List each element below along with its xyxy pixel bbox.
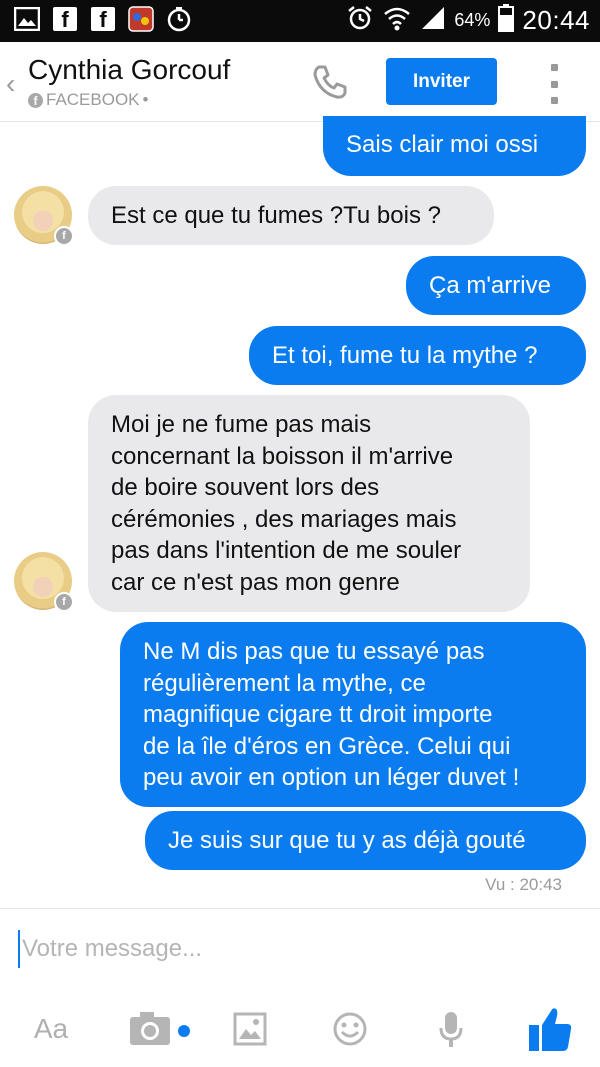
composer-toolbar: Aa <box>0 1000 600 1060</box>
message-bubble-sent[interactable]: Je suis sur que tu y as déjà gouté <box>145 811 586 870</box>
text-format-button[interactable]: Aa <box>28 1004 74 1054</box>
phone-icon[interactable] <box>310 62 350 102</box>
message-line: de la île d'éros en Grèce. Celui qui <box>143 732 511 760</box>
text-format-label: Aa <box>33 1013 69 1044</box>
conversation-header: ‹ Cynthia Gorcouf f FACEBOOK • Inviter <box>0 42 600 122</box>
sticker-button[interactable] <box>330 1004 370 1054</box>
message-input[interactable] <box>18 930 578 968</box>
more-options-icon[interactable] <box>546 64 562 104</box>
facebook-icon: f <box>52 6 78 32</box>
message-line: magnifique cigare tt droit importe <box>143 701 493 728</box>
like-button[interactable] <box>526 1004 574 1054</box>
battery-text: 64% <box>454 10 491 30</box>
contact-source: f FACEBOOK • <box>28 90 148 110</box>
status-bar: f f 64% 20:44 <box>0 0 600 42</box>
signal-icon <box>420 5 446 36</box>
message-bubble-received[interactable]: Est ce que tu fumes ?Tu bois ? <box>88 186 494 245</box>
facebook-icon: f <box>90 6 116 32</box>
facebook-icon: f <box>28 92 43 108</box>
wifi-icon <box>382 4 412 37</box>
facebook-badge-icon: f <box>54 226 74 246</box>
message-line: cérémonies , des mariages mais <box>111 505 457 533</box>
source-label: FACEBOOK <box>46 90 140 109</box>
image-icon <box>14 6 40 32</box>
contact-avatar[interactable]: f <box>14 186 74 246</box>
composer-divider <box>0 908 600 909</box>
clock: 20:44 <box>522 5 590 35</box>
gallery-icon <box>233 1012 267 1046</box>
message-text: Je suis sur que tu y as déjà gouté <box>168 827 526 854</box>
message-line: concernant la boisson il m'arrive <box>111 442 454 470</box>
contact-avatar[interactable]: f <box>14 552 74 612</box>
microphone-icon <box>439 1012 463 1047</box>
app-icon <box>128 6 154 32</box>
message-line: Ne M dis pas que tu essayé pas <box>143 638 485 665</box>
message-text: Ça m'arrive <box>429 272 551 299</box>
message-text: Sais clair moi ossi <box>346 131 539 158</box>
message-line: pas dans l'intention de me souler <box>111 537 462 564</box>
contact-name[interactable]: Cynthia Gorcouf <box>28 54 230 86</box>
invite-button[interactable]: Inviter <box>386 58 497 105</box>
message-bubble-sent[interactable]: Ça m'arrive <box>406 256 586 315</box>
alarm-icon <box>346 4 374 37</box>
message-line: régulièrement la mythe, ce <box>143 669 426 697</box>
message-line: peu avoir en option un léger duvet ! <box>143 764 520 791</box>
back-icon[interactable]: ‹ <box>6 68 15 100</box>
thumbs-up-icon <box>529 1008 572 1051</box>
seen-receipt: Vu : 20:43 <box>485 875 562 894</box>
voice-button[interactable] <box>436 1004 466 1054</box>
message-line: Moi je ne fume pas mais <box>111 411 372 438</box>
battery-icon <box>498 4 515 37</box>
message-bubble-sent[interactable]: Et toi, fume tu la mythe ? <box>249 326 586 385</box>
message-bubble-sent[interactable]: Ne M dis pas que tu essayé pas régulière… <box>120 622 586 807</box>
gallery-button[interactable] <box>232 1004 268 1054</box>
smiley-icon <box>333 1012 367 1046</box>
timer-icon <box>166 6 192 32</box>
message-line: car ce n'est pas mon genre <box>111 568 400 596</box>
facebook-badge-icon: f <box>54 592 74 612</box>
camera-button[interactable] <box>128 1004 194 1054</box>
message-bubble-received[interactable]: Moi je ne fume pas mais concernant la bo… <box>88 395 530 612</box>
message-text: Est ce que tu fumes ?Tu bois ? <box>111 202 441 229</box>
message-text: Et toi, fume tu la mythe ? <box>272 342 538 369</box>
camera-icon <box>130 1012 190 1045</box>
message-bubble-sent[interactable]: Sais clair moi ossi <box>323 116 586 176</box>
source-suffix: • <box>142 90 149 109</box>
message-line: de boire souvent lors des <box>111 474 380 501</box>
